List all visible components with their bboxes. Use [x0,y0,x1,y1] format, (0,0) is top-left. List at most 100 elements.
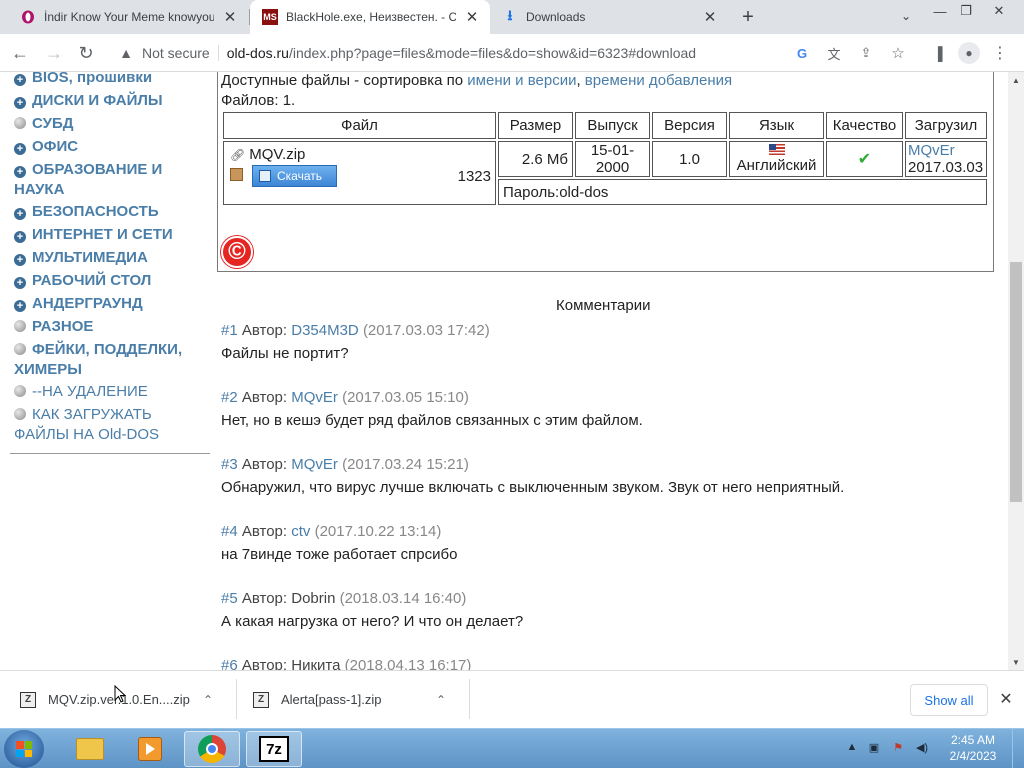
chevron-up-icon[interactable]: ⌃ [431,690,451,710]
sidebar-item-disks[interactable]: + ДИСКИ И ФАЙЛЫ [14,91,210,111]
scroll-down-icon[interactable]: ▼ [1008,654,1024,670]
vertical-scrollbar[interactable]: ▲ ▼ [1008,72,1024,670]
comment-author-link[interactable]: MQvEr [291,456,338,473]
tab-downloads[interactable]: ⭳ Downloads ✕ [490,0,728,34]
menu-icon[interactable]: ⋮ [990,43,1010,63]
taskbar-chrome[interactable] [184,731,240,767]
bullet-icon [14,343,26,355]
comment-date: (2017.03.24 15:21) [342,456,469,473]
tab-title: BlackHole.exe, Неизвестен. - Ста [286,10,456,24]
taskbar-7zip[interactable]: 7z [246,731,302,767]
comment-item: #2 Автор: MQvEr (2017.03.05 15:10) Нет, … [221,389,643,429]
start-button[interactable] [4,730,44,768]
comment-author-link[interactable]: MQvEr [291,389,338,406]
comment-number-link[interactable]: #6 [221,657,238,670]
network-icon[interactable]: ▣ [866,739,882,755]
volume-icon[interactable]: ◀) [914,739,930,755]
sidebar-item-underground[interactable]: + АНДЕРГРАУНД [14,294,210,314]
system-clock[interactable]: 2:45 AM 2/4/2023 [940,732,1006,764]
sidebar-item-office[interactable]: + ОФИС [14,137,210,157]
download-count: 1323 [457,168,491,185]
windows-logo-icon [16,741,32,757]
download-button[interactable]: Скачать [252,165,337,187]
comment-number-link[interactable]: #2 [221,389,238,406]
show-desktop-button[interactable] [1012,729,1024,768]
share-icon[interactable]: ⇪ [856,43,876,63]
bullet-icon [14,320,26,332]
show-all-button[interactable]: Show all [910,684,988,716]
sort-by-name-link[interactable]: имени и версии [467,72,576,89]
comment-number-link[interactable]: #1 [221,322,238,339]
taskbar-explorer[interactable] [62,731,118,767]
author-label: Автор: [241,523,288,540]
expand-icon: + [14,166,26,178]
comment-item: #4 Автор: ctv (2017.10.22 13:14) на 7вин… [221,523,457,563]
show-hidden-icons-icon[interactable]: ▲ [844,739,860,755]
sidebar-item-dbms[interactable]: СУБД [14,114,210,134]
uploader-link[interactable]: MQvEr [908,142,955,159]
download-icon: ⭳ [507,7,513,23]
sidebar-item-label: КАК ЗАГРУЖАТЬ [32,406,152,423]
tab-knowyourmeme[interactable]: İndir Know Your Meme knowyou ✕ [8,0,248,34]
reload-button[interactable]: ↻ [74,41,98,65]
comment-author: Никита [291,657,341,670]
sidebar-item-desktop[interactable]: + РАБОЧИЙ СТОЛ [14,271,210,291]
minimize-button[interactable]: — [926,0,954,22]
close-tab-icon[interactable]: ✕ [462,7,482,27]
table-header-row: Файл Размер Выпуск Версия Язык Качество … [223,112,987,139]
taskbar-media-player[interactable] [122,731,178,767]
bullet-icon [14,408,26,420]
comment-number-link[interactable]: #4 [221,523,238,540]
sidebar-item-deletion[interactable]: --НА УДАЛЕНИЕ [14,382,210,402]
sidebar-item-bios[interactable]: + BIOS, прошивки [14,72,210,88]
sidebar-item-fakes[interactable]: ФЕЙКИ, ПОДДЕЛКИ, ХИМЕРЫ [14,340,210,380]
file-name-text: MQV.zip [249,146,306,163]
uploader-cell: MQvEr 2017.03.03 [905,141,987,177]
sidebar-item-multimedia[interactable]: + МУЛЬТИМЕДИА [14,248,210,268]
profile-icon[interactable]: ● [958,42,980,64]
download-item[interactable]: Z Alerta[pass-1].zip ⌃ [233,671,467,728]
forward-button[interactable]: → [42,41,66,65]
opera-icon [20,9,36,25]
sidebar-item-education[interactable]: + ОБРАЗОВАНИЕ И НАУКА [14,160,210,200]
comment-header: #1 Автор: D354M3D (2017.03.03 17:42) [221,322,490,343]
translate-icon[interactable]: 文 [824,43,844,63]
close-tab-icon[interactable]: ✕ [700,7,720,27]
sort-by-date-link[interactable]: времени добавления [585,72,732,89]
close-tab-icon[interactable]: ✕ [220,7,240,27]
side-panel-icon[interactable]: ▐ [928,43,948,63]
tab-blackhole[interactable]: MS BlackHole.exe, Неизвестен. - Ста ✕ [250,0,490,34]
download-item-name: Alerta[pass-1].zip [281,692,382,707]
ms-icon: MS [262,9,278,25]
chevron-up-icon[interactable]: ⌃ [198,690,218,710]
google-icon[interactable]: G [792,43,812,63]
restore-button[interactable]: ❐ [952,0,980,22]
comment-header: #4 Автор: ctv (2017.10.22 13:14) [221,523,457,544]
scroll-up-icon[interactable]: ▲ [1008,72,1024,88]
bookmark-star-icon[interactable]: ☆ [888,43,908,63]
sidebar-item-security[interactable]: + БЕЗОПАСНОСТЬ [14,202,210,222]
url-text[interactable]: old-dos.ru/index.php?page=files&mode=fil… [227,45,696,61]
close-downloads-bar-button[interactable]: ✕ [996,689,1016,709]
comment-number-link[interactable]: #3 [221,456,238,473]
comment-number-link[interactable]: #5 [221,590,238,607]
column-header: Качество [826,112,903,139]
sidebar-item-howto-upload[interactable]: КАК ЗАГРУЖАТЬ ФАЙЛЫ НА Old-DOS [14,405,210,445]
back-button[interactable]: ← [8,41,32,65]
new-tab-button[interactable]: + [736,5,760,29]
comment-author-link[interactable]: D354M3D [291,322,359,339]
window-close-button[interactable]: ✕ [980,0,1018,22]
comment-header: #5 Автор: Dobrin (2018.03.14 16:40) [221,590,523,611]
author-label: Автор: [241,590,288,607]
sidebar-item-internet[interactable]: + ИНТЕРНЕТ И СЕТИ [14,225,210,245]
comment-header: #2 Автор: MQvEr (2017.03.05 15:10) [221,389,643,410]
warning-icon[interactable]: ▲ [118,45,134,61]
comment-date: (2018.03.14 16:40) [339,590,467,607]
sidebar-item-misc[interactable]: РАЗНОЕ [14,317,210,337]
comment-author-link[interactable]: ctv [291,523,310,540]
tab-search-button[interactable]: ⌄ [896,6,916,26]
comment-date: (2017.03.05 15:10) [342,389,469,406]
security-label[interactable]: Not secure [142,45,210,61]
scrollbar-thumb[interactable] [1010,262,1022,502]
action-center-icon[interactable]: ⚑ [890,739,906,755]
